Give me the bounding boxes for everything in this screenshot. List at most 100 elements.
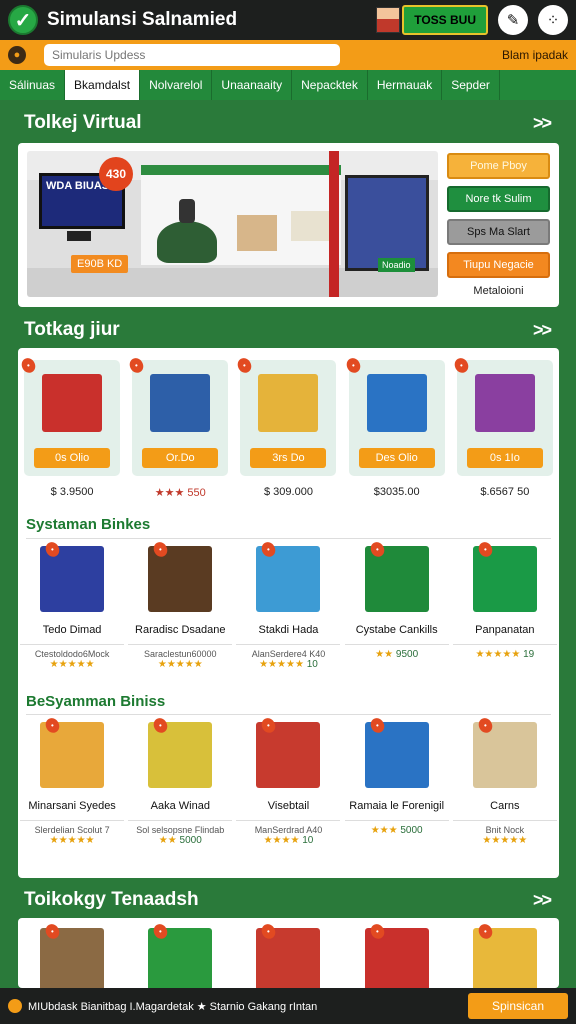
product-card[interactable]: • 0s 1Io $.6567 50 [451,355,553,499]
top-bar: ✓ Simulansi Salnamied TOSS BUU ✎ ⁘ [0,0,576,40]
product-name: Carns [490,800,520,812]
search-input[interactable] [44,44,340,66]
sale-tag: • [343,355,363,376]
tab-1[interactable]: Bkamdalst [65,70,141,100]
product-item[interactable]: • [236,921,340,988]
product-item[interactable]: • Tedo Dimad Ctestoldodo6Mock ★★★★★ [20,539,125,670]
product-image[interactable]: • [364,539,429,612]
product-name: Panpanatan [475,624,535,636]
red-post [329,151,339,297]
product-box [366,374,427,432]
tab-0[interactable]: Sálinuas [0,70,66,100]
product-image[interactable]: • [40,715,105,788]
action-buttons: Pome Pboy Nore tk Sulim Sps Ma Slart Tiu… [447,153,550,297]
product-item[interactable]: • Raradisc Dsadane Saraclestun60000 ★★★★★ [128,539,233,670]
product-image[interactable]: • 3rs Do [235,355,337,476]
product-card[interactable]: • Des Olio $3035.00 [343,355,445,499]
rating-stars: ★★★★ 10 [263,835,314,846]
tab-5[interactable]: Hermauak [368,70,443,100]
action-button-1[interactable]: Pome Pboy [447,153,550,179]
product-price: $ 309.000 [264,486,313,498]
product-image[interactable]: • [148,715,213,788]
product-image[interactable]: • [364,715,429,788]
product-image[interactable]: • 0s 1Io [451,355,553,476]
buy-button[interactable]: 0s Olio [34,448,111,468]
check-icon[interactable]: ✓ [8,5,38,35]
product-card[interactable]: • Or.Do ★★★ 550 [127,355,229,499]
product-item[interactable]: • Panpanatan ★★★★★ 19 [452,539,557,670]
product-image[interactable]: • [148,921,213,988]
rating-stars: ★★★★★ [157,659,203,670]
sale-tag: • [367,539,387,560]
product-image[interactable]: • [40,921,105,988]
product-item[interactable]: • Minarsani Syedes Slerdelian Scolut 7 ★★★★… [20,715,125,846]
product-image[interactable]: • [148,539,213,612]
store-scene-image[interactable]: WDA BIUASH 430 E90B KD Noadio [27,151,438,297]
buy-button[interactable]: 0s 1Io [466,448,543,468]
product-item[interactable]: • [128,921,232,988]
product-image[interactable]: • 0s Olio [19,355,121,476]
buttons-note: Metaloioni [473,285,524,297]
product-item[interactable]: • Ramaia le Forenigil ★★★ 5000 [344,715,449,846]
product-card[interactable]: • 3rs Do $ 309.000 [235,355,337,499]
product-name: Stakdi Hada [258,624,319,636]
sale-tag: • [451,355,471,376]
sale-tag: • [151,715,170,736]
location-label[interactable]: Blam ipadak [502,48,568,62]
product-item[interactable]: • Cystabe Cankills ★★ 9500 [344,539,449,670]
product-image[interactable]: • [256,539,321,612]
sale-tag: • [259,715,279,736]
avatar[interactable] [376,7,401,33]
more-products-card: • • • • • [18,918,559,988]
product-item[interactable]: • [345,921,449,988]
product-list-row: • • • • • [18,921,559,988]
product-item[interactable]: • [20,921,124,988]
product-card[interactable]: • 0s Olio $ 3.9500 [19,355,121,499]
product-item[interactable]: • Carns Bnit Nock ★★★★★ [452,715,557,846]
rating-value: 5000 [179,835,202,846]
chevron-right-icon[interactable]: >> [533,890,552,911]
action-button-4[interactable]: Tiupu Negacie [447,252,550,278]
product-image[interactable]: • [256,715,321,788]
dots-icon[interactable]: ⁘ [538,5,568,35]
wrench-icon[interactable]: ✎ [498,5,528,35]
product-item[interactable]: • Stakdi Hada AlanSerdere4 K40 ★★★★★ 10 [236,539,341,670]
product-image[interactable]: • [40,539,105,612]
sale-tag: • [127,355,146,376]
location-icon[interactable]: ● [8,46,26,64]
shelf [237,215,277,251]
chevron-right-icon[interactable]: >> [533,113,552,134]
tab-3[interactable]: Unaanaaity [212,70,293,100]
product-image[interactable]: • [472,921,537,988]
buy-button[interactable]: Des Olio [358,448,435,468]
product-image[interactable]: • Or.Do [127,355,229,476]
product-box [258,374,319,432]
product-item[interactable]: • Visebtail ManSerdrad A40 ★★★★ 10 [236,715,341,846]
product-subtitle: Saraclestun60000 [128,644,233,659]
tab-4[interactable]: Nepacktek [292,70,368,100]
product-item[interactable]: • [453,921,557,988]
product-image[interactable]: • [472,539,537,612]
action-button-2[interactable]: Nore tk Sulim [447,186,550,212]
divider [26,714,551,715]
product-image[interactable]: • [472,715,537,788]
sale-tag: • [367,921,387,942]
price-tag: E90B KD [71,255,129,273]
tab-2[interactable]: Nolvarelol [140,70,213,100]
alert-icon [8,999,22,1013]
chevron-right-icon[interactable]: >> [533,320,552,341]
buy-button[interactable]: 3rs Do [250,448,327,468]
action-button-3[interactable]: Sps Ma Slart [447,219,550,245]
product-image[interactable]: • Des Olio [343,355,445,476]
product-image[interactable]: • [256,921,321,988]
product-price: $3035.00 [373,486,420,498]
product-image[interactable]: • [364,921,429,988]
tab-6[interactable]: Sepder [442,70,500,100]
coins-badge[interactable]: TOSS BUU [402,5,488,35]
rating-value: 19 [523,649,535,660]
product-price: $ 3.9500 [50,486,94,498]
product-item[interactable]: • Aaka Winad Sol selsopsne Flindab ★★ 5000 [128,715,233,846]
buy-button[interactable]: Or.Do [142,448,219,468]
subscribe-button[interactable]: Spinsican [468,993,568,1019]
subsection-title: Systaman Binkes [26,516,151,533]
